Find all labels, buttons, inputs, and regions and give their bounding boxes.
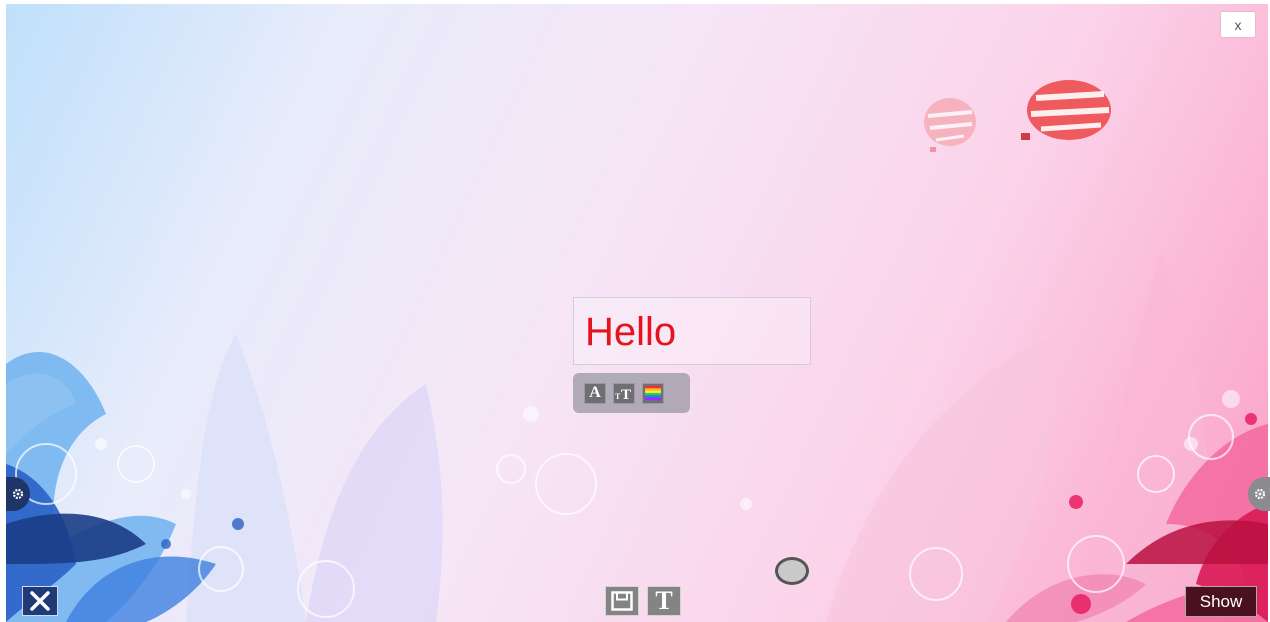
show-button[interactable]: Show [1185, 586, 1257, 617]
gear-icon [12, 488, 24, 500]
exit-button[interactable] [22, 586, 58, 616]
gear-icon [1254, 488, 1266, 500]
font-size-icon: T T [615, 387, 631, 401]
text-input-box[interactable]: Hello [573, 297, 811, 365]
hot-air-balloon-icon [1021, 80, 1111, 140]
canvas-text[interactable]: Hello [585, 309, 676, 355]
text-format-toolbar: A T T [573, 373, 690, 413]
text-tool-button[interactable]: T [647, 586, 681, 616]
color-palette-button[interactable] [642, 382, 664, 404]
color-palette-icon [645, 386, 661, 400]
brush-size-handle[interactable] [775, 557, 809, 585]
font-size-button[interactable]: T T [613, 382, 635, 404]
font-face-icon: A [589, 384, 601, 401]
text-tool-icon: T [655, 586, 673, 615]
save-icon [611, 591, 633, 611]
save-button[interactable] [605, 586, 639, 616]
svg-text:T: T [615, 392, 621, 401]
svg-text:T: T [621, 387, 631, 401]
close-button[interactable]: x [1221, 12, 1255, 37]
hot-air-balloon-icon [924, 98, 976, 152]
font-face-button[interactable]: A [584, 382, 606, 404]
close-icon [30, 591, 50, 611]
